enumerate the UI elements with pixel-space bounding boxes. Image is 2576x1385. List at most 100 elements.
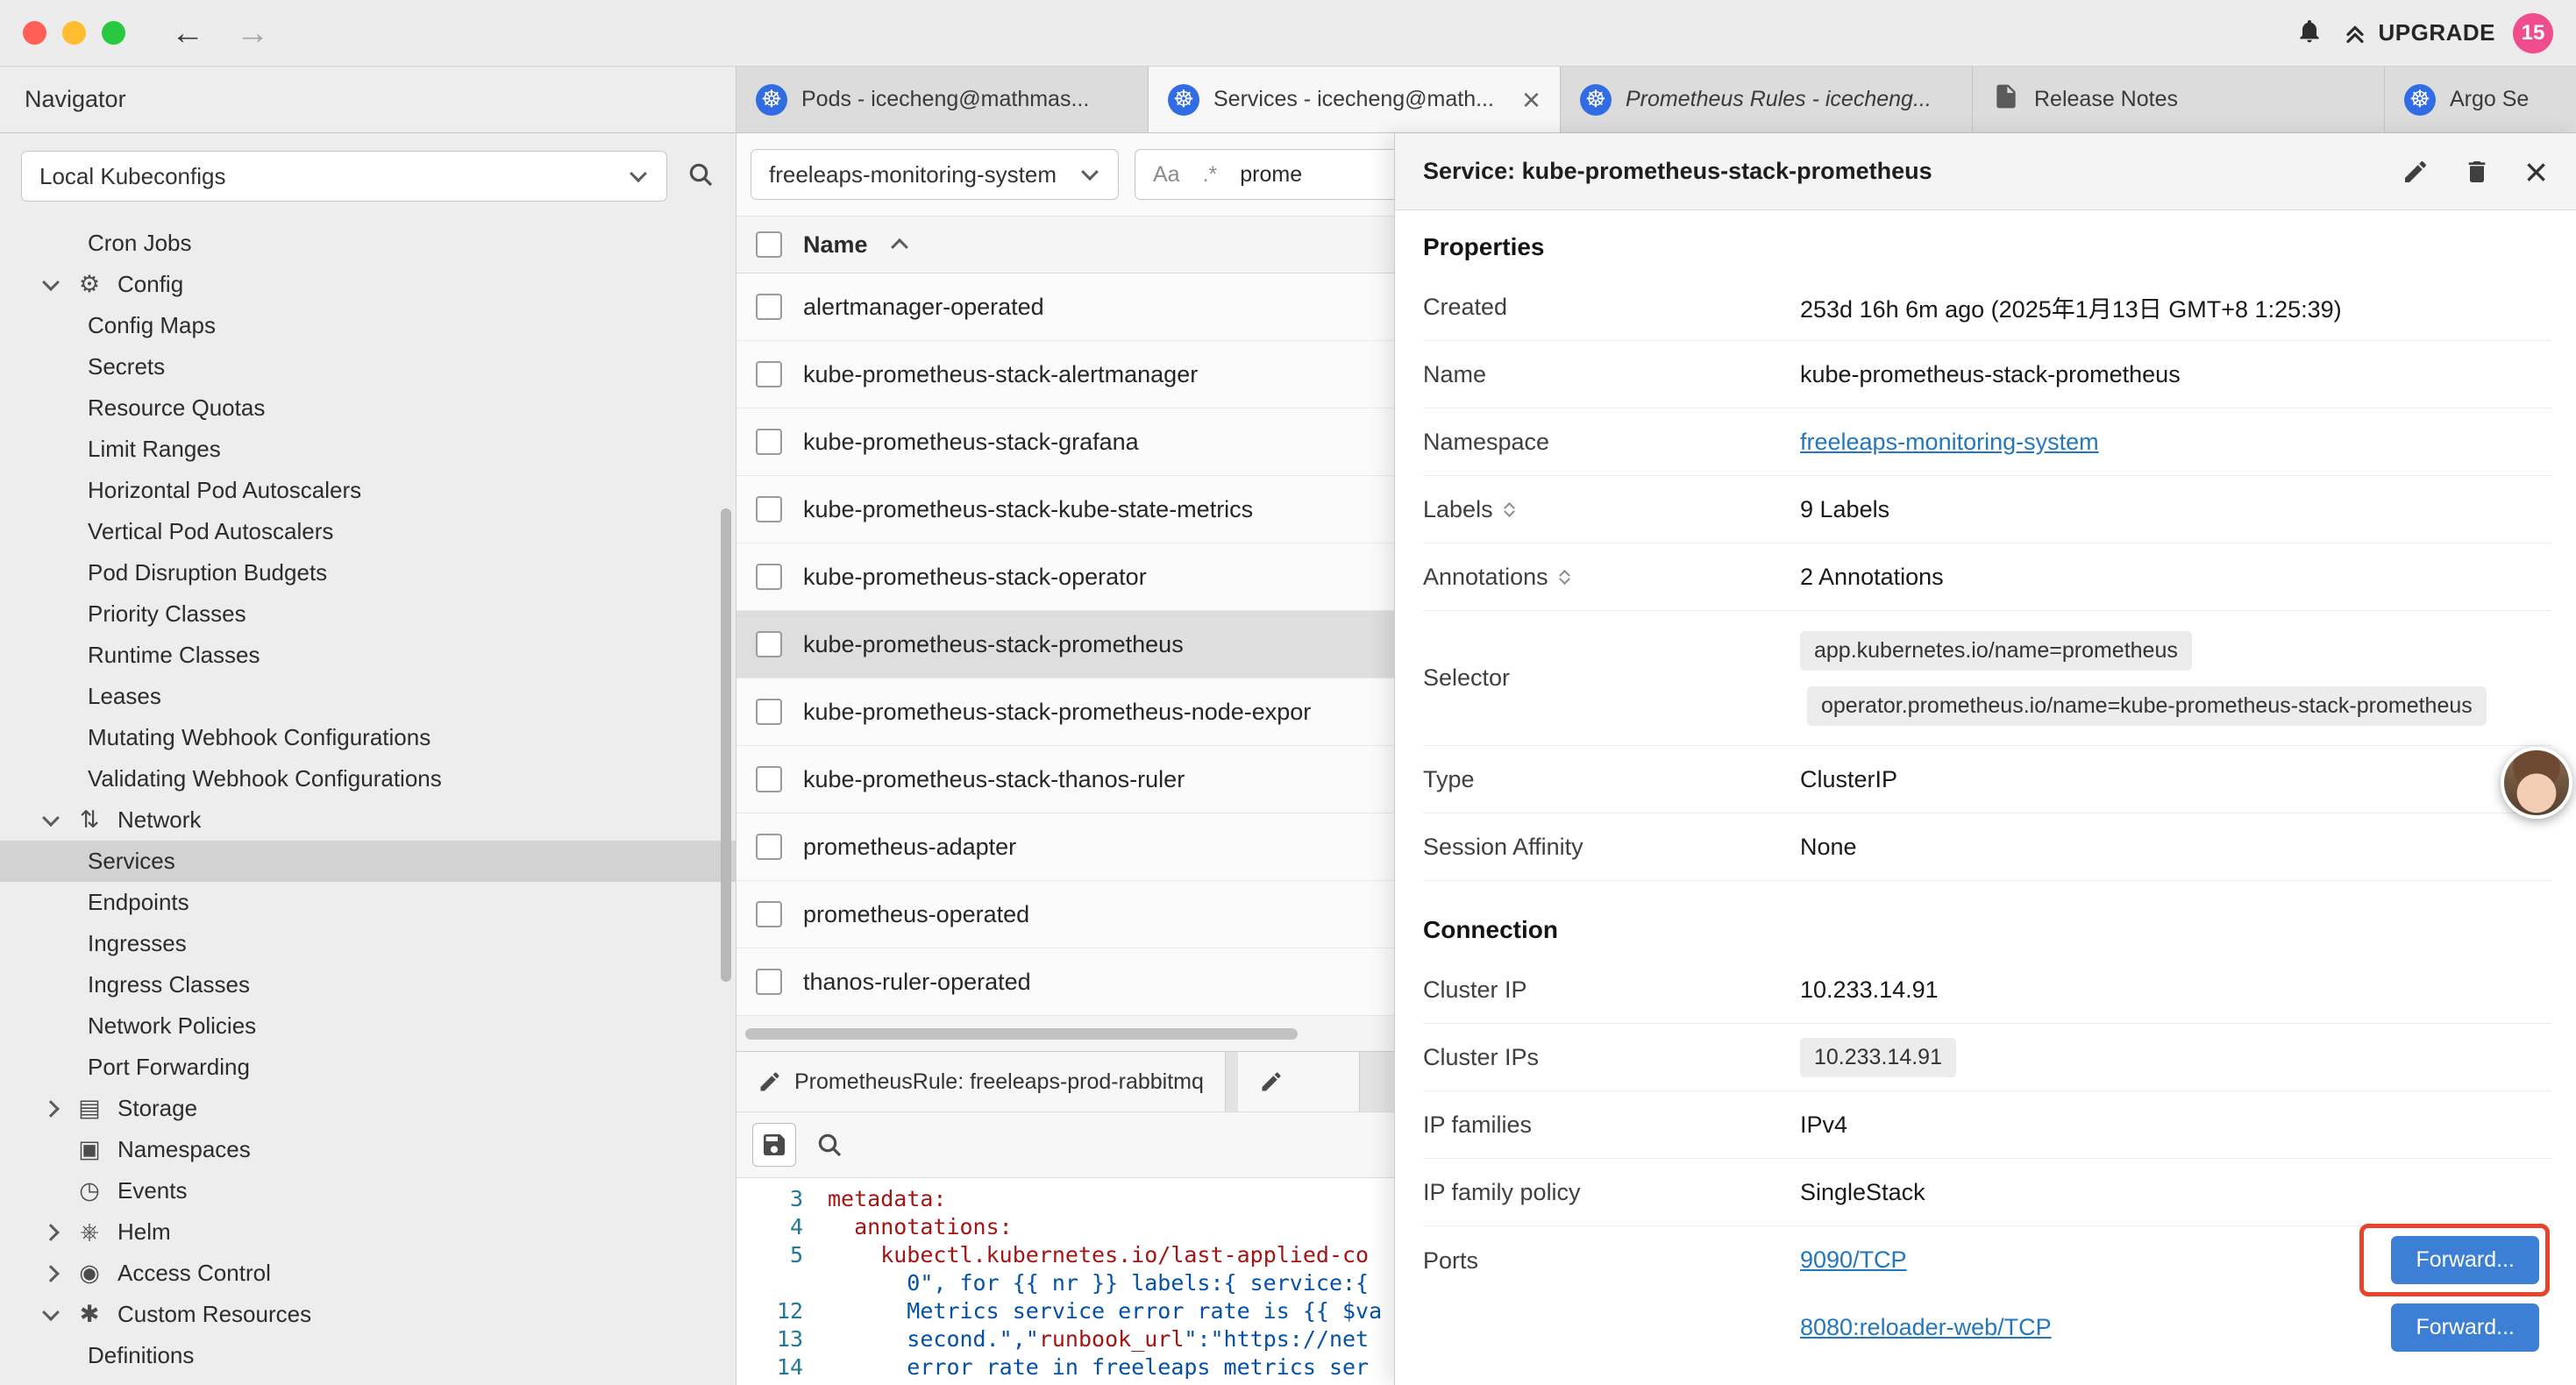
match-case-toggle[interactable]: Aa (1153, 162, 1180, 188)
chevron-right-icon[interactable] (40, 1098, 61, 1119)
notification-count-badge[interactable]: 15 (2513, 13, 2553, 53)
chevron-right-icon[interactable] (40, 1222, 61, 1243)
row-checkbox[interactable] (756, 969, 782, 995)
sidebar-item-label: Helm (117, 1218, 171, 1246)
expand-labels-icon[interactable] (1504, 501, 1516, 518)
namespace-select[interactable]: freeleaps-monitoring-system (751, 149, 1119, 200)
chevron-down-icon[interactable] (40, 1304, 61, 1325)
tab-release-notes[interactable]: Release Notes (1973, 67, 2385, 132)
sidebar-item-network-policies[interactable]: Network Policies (0, 1005, 736, 1047)
sidebar-item-custom-resources[interactable]: ✱Custom Resources (0, 1294, 736, 1335)
line-number: 4 (737, 1213, 828, 1241)
user-avatar[interactable] (2501, 747, 2572, 819)
sidebar-item-services[interactable]: Services (0, 841, 736, 882)
forward-port-button[interactable]: Forward... (2391, 1303, 2539, 1352)
maximize-window-button[interactable] (102, 21, 125, 45)
namespace-link[interactable]: freeleaps-monitoring-system (1800, 429, 2099, 456)
sidebar-item-horizontal-pod-autoscalers[interactable]: Horizontal Pod Autoscalers (0, 470, 736, 511)
row-checkbox[interactable] (756, 631, 782, 657)
port-link[interactable]: 8080:reloader-web/TCP (1800, 1314, 2052, 1341)
notifications-bell-icon[interactable] (2295, 17, 2323, 49)
port-link[interactable]: 9090/TCP (1800, 1246, 1907, 1274)
name-column-header[interactable]: Name (803, 231, 868, 259)
sidebar-item-label: Priority Classes (88, 600, 246, 628)
sidebar-item-network[interactable]: ⇅Network (0, 799, 736, 841)
sidebar-item-pod-disruption-budgets[interactable]: Pod Disruption Budgets (0, 552, 736, 593)
sidebar-item-resource-quotas[interactable]: Resource Quotas (0, 387, 736, 429)
sidebar-item-endpoints[interactable]: Endpoints (0, 882, 736, 923)
close-tab-icon[interactable]: × (1522, 84, 1541, 116)
row-checkbox[interactable] (756, 834, 782, 860)
row-checkbox[interactable] (756, 766, 782, 792)
upgrade-button[interactable]: UPGRADE (2341, 19, 2495, 47)
scrollbar-thumb[interactable] (745, 1028, 1298, 1040)
tab-argo[interactable]: ☸ Argo Se (2385, 67, 2576, 132)
drawer-body: Properties Created 253d 16h 6m ago (2025… (1395, 210, 2576, 1385)
row-checkbox[interactable] (756, 901, 782, 927)
chevron-down-icon[interactable] (40, 274, 61, 295)
sidebar-search-icon[interactable] (687, 160, 715, 193)
edit-icon[interactable] (2402, 158, 2430, 186)
code-text: kubectl.kubernetes.io/last-applied-co (828, 1241, 1369, 1269)
tab-services[interactable]: ☸ Services - icecheng@math... × (1149, 67, 1561, 132)
save-icon[interactable] (752, 1123, 796, 1167)
sidebar-item-config-maps[interactable]: Config Maps (0, 305, 736, 346)
chevron-right-icon[interactable] (40, 1263, 61, 1284)
forward-port-button[interactable]: Forward... (2391, 1236, 2539, 1284)
tab-pods[interactable]: ☸ Pods - icecheng@mathmas... (737, 67, 1149, 132)
tab-prometheus-rules[interactable]: ☸ Prometheus Rules - icecheng... (1561, 67, 1973, 132)
sidebar-item-events[interactable]: ◷Events (0, 1170, 736, 1211)
row-checkbox[interactable] (756, 496, 782, 522)
sidebar-item-cron-jobs[interactable]: Cron Jobs (0, 223, 736, 264)
sidebar-item-ingress-classes[interactable]: Ingress Classes (0, 964, 736, 1005)
row-checkbox[interactable] (756, 294, 782, 320)
regex-toggle[interactable]: .* (1203, 162, 1218, 188)
name-row: Name kube-prometheus-stack-prometheus (1423, 341, 2551, 408)
row-checkbox[interactable] (756, 429, 782, 455)
drawer-header: Service: kube-prometheus-stack-prometheu… (1395, 133, 2576, 210)
sidebar-item-limit-ranges[interactable]: Limit Ranges (0, 429, 736, 470)
code-text: Metrics service error rate is {{ $va (828, 1297, 1382, 1325)
sidebar-item-leases[interactable]: Leases (0, 676, 736, 717)
labels-value: 9 Labels (1800, 496, 1889, 523)
ip-family-policy-value: SingleStack (1800, 1179, 1925, 1206)
tab-label: Prometheus Rules - icecheng... (1626, 87, 1953, 112)
sidebar-item-priority-classes[interactable]: Priority Classes (0, 593, 736, 635)
chevron-down-icon[interactable] (40, 810, 61, 831)
kubeconfig-select-value: Local Kubeconfigs (39, 163, 225, 190)
sidebar-scrollbar[interactable] (721, 508, 731, 982)
annotations-label: Annotations (1423, 564, 1548, 591)
dock-tab-partial[interactable] (1238, 1052, 1360, 1112)
sidebar-item-vertical-pod-autoscalers[interactable]: Vertical Pod Autoscalers (0, 511, 736, 552)
back-button[interactable]: ← (164, 17, 211, 50)
delete-icon[interactable] (2463, 158, 2491, 186)
row-checkbox[interactable] (756, 361, 782, 387)
kubeconfig-select[interactable]: Local Kubeconfigs (21, 151, 667, 202)
close-window-button[interactable] (23, 21, 46, 45)
sidebar-item-port-forwarding[interactable]: Port Forwarding (0, 1047, 736, 1088)
kubeconfig-row: Local Kubeconfigs (0, 133, 736, 214)
row-checkbox[interactable] (756, 699, 782, 725)
sidebar-item-helm[interactable]: ⎈Helm (0, 1211, 736, 1253)
sidebar-item-access-control[interactable]: ◉Access Control (0, 1253, 736, 1294)
sidebar-item-validating-webhook-configurations[interactable]: Validating Webhook Configurations (0, 758, 736, 799)
sidebar-item-namespaces[interactable]: ▣Namespaces (0, 1129, 736, 1170)
sidebar-item-config[interactable]: ⚙Config (0, 264, 736, 305)
dock-tab-prometheusrule[interactable]: PrometheusRule: freeleaps-prod-rabbitmq (737, 1052, 1226, 1112)
select-all-checkbox[interactable] (756, 231, 782, 258)
sidebar-item-runtime-classes[interactable]: Runtime Classes (0, 635, 736, 676)
forward-button[interactable]: → (229, 17, 276, 50)
sidebar-item-label: Runtime Classes (88, 642, 260, 669)
sidebar-item-label: Endpoints (88, 889, 189, 916)
sidebar-item-definitions[interactable]: Definitions (0, 1335, 736, 1376)
minimize-window-button[interactable] (62, 21, 86, 45)
editor-search-icon[interactable] (808, 1124, 850, 1166)
sidebar-item-ingresses[interactable]: Ingresses (0, 923, 736, 964)
sidebar-item-mutating-webhook-configurations[interactable]: Mutating Webhook Configurations (0, 717, 736, 758)
sidebar-item-storage[interactable]: ▤Storage (0, 1088, 736, 1129)
row-checkbox[interactable] (756, 564, 782, 590)
sidebar-item-secrets[interactable]: Secrets (0, 346, 736, 387)
close-drawer-icon[interactable]: × (2524, 152, 2548, 192)
expand-annotations-icon[interactable] (1559, 569, 1571, 586)
sort-ascending-icon[interactable] (889, 234, 910, 255)
